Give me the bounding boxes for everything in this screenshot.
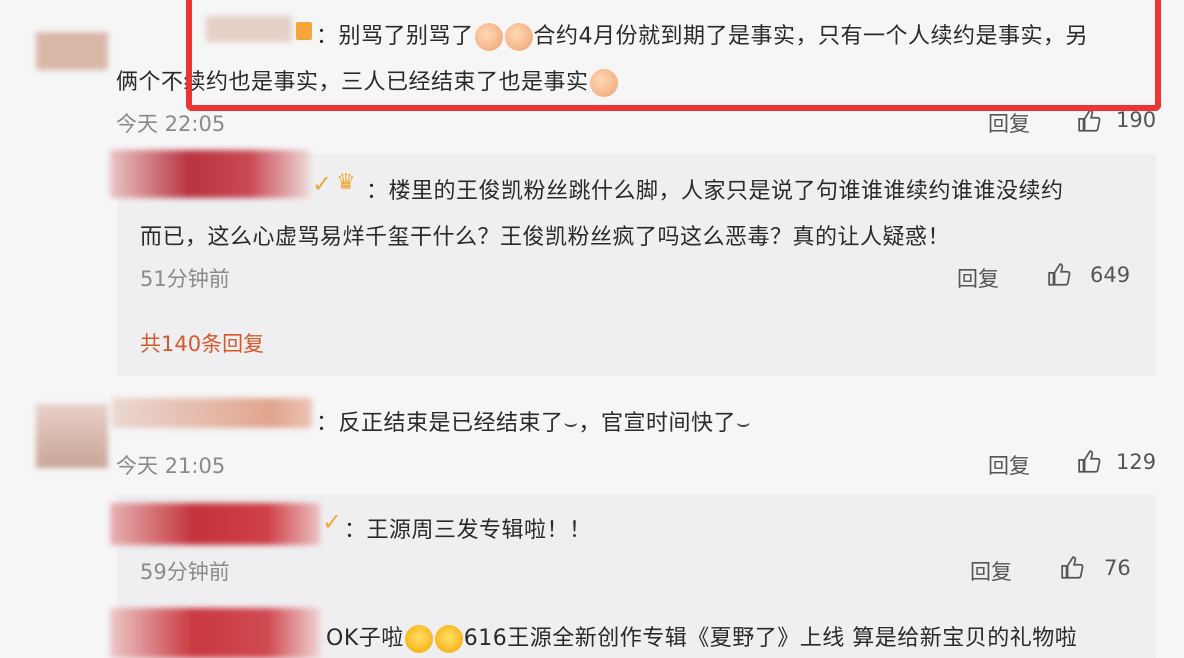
- more-replies-link[interactable]: 共140条回复: [140, 328, 264, 358]
- thumbs-up-icon[interactable]: [1047, 262, 1073, 288]
- username-blurred: [110, 503, 320, 545]
- username-blurred: [110, 608, 320, 658]
- comment-time: 今天 22:05: [116, 112, 226, 136]
- starry-eyes-emoji-icon: [434, 625, 463, 653]
- highlight-box: [186, 0, 1161, 111]
- reply-button[interactable]: 回复: [988, 108, 1030, 138]
- crown-badge-icon: ♛: [336, 170, 356, 195]
- starry-eyes-emoji-icon: [404, 625, 433, 653]
- like-count: 190: [1116, 108, 1157, 132]
- like-count: 76: [1104, 556, 1131, 580]
- avatar-blurred: [36, 404, 108, 468]
- reply-time: 51分钟前: [140, 267, 230, 291]
- like-count: 649: [1090, 263, 1131, 287]
- avatar-blurred: [36, 32, 108, 70]
- reply-time: 59分钟前: [140, 560, 230, 584]
- username-blurred: [112, 398, 312, 428]
- like-count: 129: [1116, 450, 1157, 474]
- verified-icon: ✓: [312, 170, 333, 198]
- reply-text: OK子啦 616王源全新创作专辑《夏野了》上线 算是给新宝贝的礼物啦: [326, 625, 1078, 653]
- username-blurred: [110, 150, 310, 198]
- thumbs-up-icon[interactable]: [1077, 449, 1103, 475]
- thumbs-up-icon[interactable]: [1060, 555, 1086, 581]
- reply-button[interactable]: 回复: [970, 556, 1012, 586]
- comment-time: 今天 21:05: [116, 454, 226, 478]
- reply-button[interactable]: 回复: [957, 263, 999, 293]
- comment-text: ：反正结束是已经结束了⌣，官宣时间快了⌣: [316, 411, 751, 436]
- wave-emoji-icon: ⌣: [563, 411, 579, 436]
- reply-text-line1: ：楼里的王俊凯粉丝跳什么脚，人家只是说了句谁谁谁续约谁谁没续约: [366, 179, 1064, 204]
- wave-emoji-icon: ⌣: [736, 411, 751, 436]
- verified-icon: ✓: [322, 508, 343, 536]
- reply-button[interactable]: 回复: [988, 450, 1030, 480]
- thumbs-up-icon[interactable]: [1077, 108, 1103, 134]
- reply-text-line2: 而已，这么心虚骂易烊千玺干什么？王俊凯粉丝疯了吗这么恶毒？真的让人疑惑！: [140, 225, 951, 250]
- reply-text: ：王源周三发专辑啦！！: [344, 518, 592, 543]
